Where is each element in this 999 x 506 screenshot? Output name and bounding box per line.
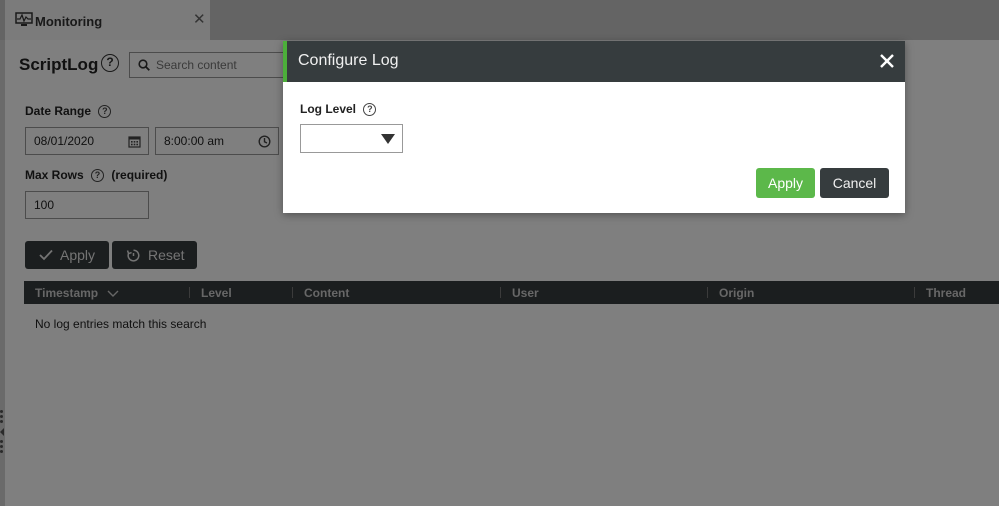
dialog-apply-button[interactable]: Apply [756, 168, 815, 198]
help-icon-log-level[interactable]: ? [363, 103, 377, 117]
dialog-cancel-button[interactable]: Cancel [820, 168, 889, 198]
dialog-title: Configure Log [298, 52, 399, 69]
close-icon[interactable] [879, 53, 895, 69]
log-level-text: Log Level [300, 102, 357, 116]
log-level-select[interactable] [300, 124, 403, 153]
log-level-label: Log Level ? [300, 102, 377, 117]
dialog-header: Configure Log [283, 41, 905, 82]
dropdown-arrow-icon [381, 134, 395, 144]
configure-log-dialog: Configure Log Log Level ? Apply Cancel [283, 41, 905, 213]
